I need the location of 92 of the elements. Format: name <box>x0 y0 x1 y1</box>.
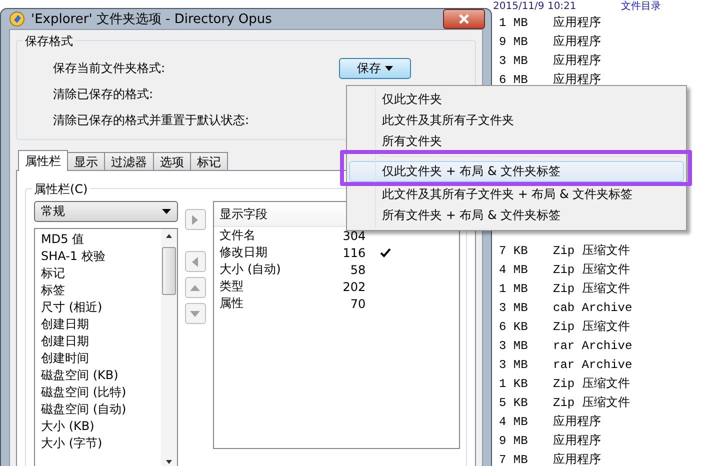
close-icon <box>458 14 470 24</box>
column-width: 58 <box>349 262 366 276</box>
file-type: Zip 压缩文件 <box>553 395 630 411</box>
list-item[interactable]: 磁盘空间 (比特) <box>41 384 161 401</box>
list-item[interactable]: 创建日期 <box>41 316 161 333</box>
file-size: 4 MB <box>499 262 529 276</box>
file-size: 1 MB <box>499 16 529 30</box>
list-item[interactable]: 大小 (字节) <box>41 435 161 452</box>
add-button[interactable] <box>184 209 206 230</box>
file-type: 应用程序 <box>553 452 601 466</box>
column-width: 304 <box>342 228 366 242</box>
window-title: 'Explorer' 文件夹选项 - Directory Opus <box>31 11 272 28</box>
column-width: 202 <box>342 280 366 294</box>
file-type: 应用程序 <box>553 34 601 50</box>
menu-item[interactable]: 所有文件夹 <box>349 131 684 152</box>
option-label: 清除已保存的格式: <box>53 86 154 102</box>
tab[interactable]: 属性栏 <box>18 150 68 171</box>
list-item[interactable]: 尺寸 (相近) <box>41 299 161 316</box>
remove-button[interactable] <box>184 251 206 272</box>
menu-item[interactable]: 所有文件夹 + 布局 & 文件夹标签 <box>349 205 684 226</box>
scrollbar[interactable] <box>160 229 177 466</box>
list-item[interactable]: 大小 (KB) <box>41 418 161 435</box>
file-size: 9 MB <box>499 434 529 448</box>
list-item[interactable]: 修改日期 <box>214 244 316 261</box>
app-logo-icon <box>9 11 25 27</box>
file-type: Zip 压缩文件 <box>553 319 630 335</box>
tab[interactable]: 标记 <box>190 152 228 170</box>
menu-item[interactable]: 仅此文件夹 + 布局 & 文件夹标签 <box>349 161 684 182</box>
scrollbar-thumb[interactable] <box>162 247 176 295</box>
menu-item[interactable]: 仅此文件夹 <box>349 89 684 110</box>
file-type: 应用程序 <box>553 72 601 88</box>
list-item[interactable]: 标记 <box>41 265 161 282</box>
tab[interactable]: 显示 <box>67 152 105 170</box>
file-type: rar Archive <box>553 358 632 372</box>
file-size: 7 MB <box>499 452 529 466</box>
move-down-button[interactable] <box>184 303 206 324</box>
list-item[interactable]: 类型 <box>214 278 316 295</box>
list-item[interactable]: 磁盘空间 (自动) <box>41 401 161 418</box>
tab[interactable]: 选项 <box>153 152 191 170</box>
file-size: 6 KB <box>499 320 529 334</box>
down-arrow-icon <box>190 310 200 318</box>
list-item[interactable]: 属性 <box>214 295 316 312</box>
file-size: 1 MB <box>499 282 529 296</box>
file-type: cab Archive <box>553 300 632 314</box>
save-button[interactable]: 保存 <box>339 58 411 78</box>
column-width: 70 <box>349 296 366 310</box>
file-size: 9 MB <box>499 34 529 48</box>
column-width: 116 <box>342 246 366 260</box>
column-header[interactable]: 显示字段 <box>220 206 268 222</box>
file-type: Zip 压缩文件 <box>553 281 630 297</box>
list-item[interactable]: MD5 值 <box>41 231 161 248</box>
list-item[interactable]: 创建时间 <box>41 350 161 367</box>
close-button[interactable] <box>443 9 485 29</box>
caret-icon <box>162 209 171 214</box>
file-size: 3 MB <box>499 300 529 314</box>
file-type: 应用程序 <box>553 433 601 449</box>
file-type: Zip 压缩文件 <box>553 376 630 392</box>
file-size: 3 MB <box>499 54 529 68</box>
list-item[interactable]: SHA-1 校验 <box>41 248 161 265</box>
file-type: Zip 压缩文件 <box>553 243 630 259</box>
group-title: 保存格式 <box>23 33 75 50</box>
move-up-button[interactable] <box>184 277 206 298</box>
file-type: Zip 压缩文件 <box>553 262 630 278</box>
file-type: 应用程序 <box>553 53 601 69</box>
group-title: 属性栏(C) <box>32 181 90 198</box>
file-size: 1 KB <box>499 376 529 390</box>
file-size: 3 MB <box>499 358 529 372</box>
file-type: rar Archive <box>553 338 632 352</box>
tab[interactable]: 过滤器 <box>104 152 154 170</box>
file-size: 7 KB <box>499 244 529 258</box>
right-arrow-icon <box>191 214 200 224</box>
file-size: 5 KB <box>499 396 529 410</box>
list-item[interactable]: 大小 (自动) <box>214 261 316 278</box>
file-size: 6 MB <box>499 72 529 86</box>
file-size: 4 MB <box>499 414 529 428</box>
up-arrow-icon <box>190 284 200 292</box>
list-item[interactable]: 标签 <box>41 282 161 299</box>
list-item[interactable]: 文件名 <box>214 227 316 244</box>
menu-item[interactable]: 此文件及其所有子文件夹 + 布局 & 文件夹标签 <box>349 184 684 205</box>
file-size: 3 MB <box>499 338 529 352</box>
menu-item[interactable]: 此文件及其所有子文件夹 <box>349 110 684 131</box>
option-label: 清除已保存的格式并重置于默认状态: <box>53 112 250 128</box>
caret-icon <box>385 66 393 70</box>
file-date: 2015/11/9 10:21 <box>493 0 576 12</box>
left-arrow-icon <box>191 256 200 266</box>
file-type: 应用程序 <box>553 414 601 430</box>
category-dropdown[interactable]: 常规 <box>34 201 178 222</box>
option-label: 保存当前文件夹格式: <box>53 60 166 76</box>
list-item[interactable]: 磁盘空间 (KB) <box>41 367 161 384</box>
list-item[interactable]: 创建日期 <box>41 333 161 350</box>
file-type: 应用程序 <box>553 15 601 31</box>
file-type: 文件目录 <box>621 0 661 13</box>
